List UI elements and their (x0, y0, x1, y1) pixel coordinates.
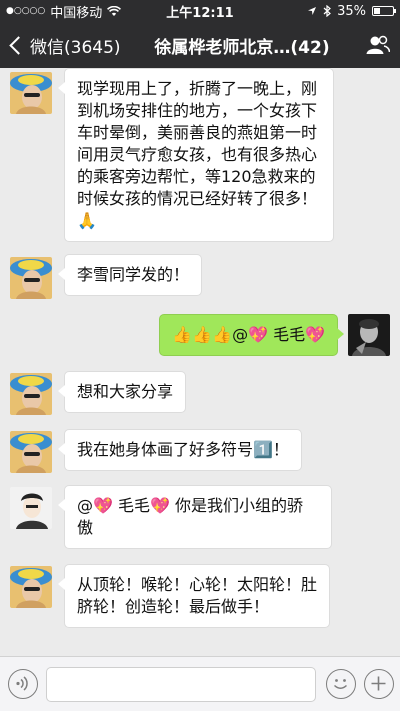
plus-icon (371, 676, 386, 691)
smiley-icon (333, 679, 348, 689)
avatar-image (10, 257, 52, 299)
avatar-image (348, 314, 390, 356)
message-text: 👍👍👍@💖 毛毛💖 (172, 325, 325, 344)
status-bar: ●○○○○ 中国移动 上午12:11 35% (0, 0, 400, 22)
battery-percent: 35% (337, 3, 366, 19)
message-bubble[interactable]: @💖 毛毛💖 你是我们小组的骄傲 (58, 485, 332, 549)
message-text: 从顶轮！喉轮！心轮！太阳轮！肚脐轮！创造轮！最后做手！ (77, 575, 318, 616)
avatar-image (10, 487, 52, 529)
wifi-icon (107, 5, 122, 16)
avatar[interactable] (10, 566, 52, 608)
group-members-icon (366, 35, 390, 54)
message-text: 李雪同学发的！ (77, 265, 190, 284)
message-text: 现学现用上了，折腾了一晚上，刚到机场安排住的地方，一个女孩下车时晕倒，美丽善良的… (77, 79, 318, 230)
back-button[interactable]: 微信(3645) (0, 33, 128, 58)
message-text: @💖 毛毛💖 你是我们小组的骄傲 (77, 496, 304, 537)
message-bubble[interactable]: 想和大家分享 (57, 371, 187, 413)
back-label: 微信(3645) (30, 37, 121, 58)
chat-area: 现学现用上了，折腾了一晚上，刚到机场安排住的地方，一个女孩下车时晕倒，美丽善良的… (0, 68, 400, 656)
message-bubble[interactable]: 从顶轮！喉轮！心轮！太阳轮！肚脐轮！创造轮！最后做手！ (58, 564, 330, 628)
message-bubble[interactable]: 我在她身体画了好多符号1️⃣！ (58, 429, 302, 471)
more-button[interactable] (364, 669, 394, 699)
message-text: 我在她身体画了好多符号1️⃣！ (77, 440, 289, 459)
battery-icon (372, 6, 396, 16)
chat-title: 徐属桦老师北京…(42) (154, 37, 330, 58)
chevron-left-icon (9, 35, 28, 55)
message-text: 想和大家分享 (77, 382, 174, 401)
message-bubble[interactable]: 现学现用上了，折腾了一晚上，刚到机场安排住的地方，一个女孩下车时晕倒，美丽善良的… (58, 68, 334, 242)
avatar[interactable] (10, 431, 52, 473)
emoji-button[interactable] (326, 669, 356, 699)
group-info-button[interactable] (356, 35, 400, 55)
avatar[interactable] (10, 487, 52, 529)
message-input[interactable] (46, 667, 316, 702)
avatar[interactable] (10, 72, 52, 114)
avatar-image (10, 566, 52, 608)
status-time: 上午12:11 (166, 5, 234, 21)
bluetooth-icon (323, 5, 332, 17)
signal-strength: ●○○○○ (6, 6, 46, 16)
avatar-image (10, 72, 52, 114)
voice-button[interactable] (8, 669, 38, 699)
message-bubble[interactable]: 👍👍👍@💖 毛毛💖 (159, 314, 344, 356)
avatar[interactable] (348, 314, 390, 356)
input-bar (0, 656, 400, 711)
avatar-image (10, 373, 52, 415)
avatar-image (10, 431, 52, 473)
carrier-name: 中国移动 (50, 5, 103, 21)
voice-icon (16, 676, 28, 691)
avatar[interactable] (10, 373, 52, 415)
nav-bar: 微信(3645) 徐属桦老师北京…(42) (0, 22, 400, 68)
message-bubble[interactable]: 李雪同学发的！ (57, 254, 203, 296)
avatar[interactable] (10, 257, 52, 299)
location-icon (308, 7, 317, 15)
